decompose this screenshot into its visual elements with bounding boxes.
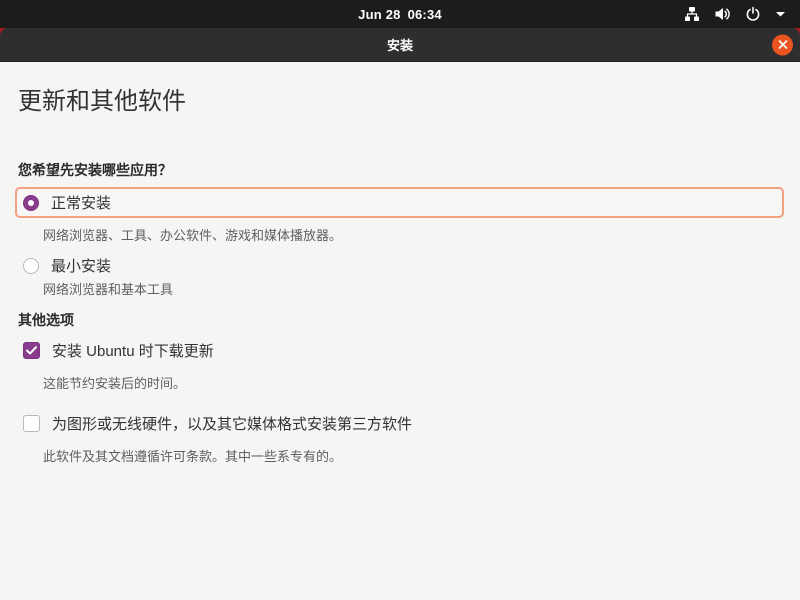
page-title: 更新和其他软件 — [18, 88, 186, 115]
checkbox-checked-icon[interactable] — [23, 342, 40, 359]
close-button[interactable] — [772, 34, 793, 55]
checkbox-label-download-updates: 安装 Ubuntu 时下载更新 — [52, 343, 214, 360]
system-tray[interactable] — [676, 0, 794, 28]
window-titlebar: 安装 — [0, 28, 800, 62]
radio-checked-icon[interactable] — [23, 194, 39, 211]
radio-desc-normal-install: 网络浏览器、工具、办公软件、游戏和媒体播放器。 — [43, 228, 343, 243]
primary-question-label: 您希望先安装哪些应用？ — [18, 162, 172, 178]
radio-row-normal-install[interactable]: 正常安装 — [15, 187, 784, 218]
checkbox-desc-download-updates: 这能节约安装后的时间。 — [43, 376, 187, 391]
window-title: 安装 — [386, 38, 413, 53]
chevron-down-icon[interactable] — [775, 10, 786, 18]
checkbox-label-third-party: 为图形或无线硬件，以及其它媒体格式安装第三方软件 — [52, 416, 413, 433]
radio-row-minimal-install[interactable]: 最小安装 — [15, 250, 784, 281]
checkbox-unchecked-icon[interactable] — [23, 415, 40, 432]
radio-unchecked-icon[interactable] — [23, 257, 39, 274]
checkbox-row-download-updates[interactable]: 安装 Ubuntu 时下载更新 — [15, 335, 784, 366]
radio-label-minimal-install: 最小安装 — [51, 258, 112, 275]
volume-icon[interactable] — [714, 6, 731, 22]
power-icon[interactable] — [745, 6, 761, 22]
clock[interactable]: Jun 28 06:34 — [358, 7, 442, 22]
installer-content: 更新和其他软件 您希望先安装哪些应用？ 正常安装 网络浏览器、工具、办公软件、游… — [0, 62, 800, 466]
radio-label-normal-install: 正常安装 — [51, 195, 112, 212]
window-header-row: 安装 — [0, 28, 800, 62]
check-icon — [26, 346, 37, 355]
checkbox-desc-third-party: 此软件及其文档遵循许可条款。其中一些系专有的。 — [43, 449, 343, 464]
system-top-bar: Jun 28 06:34 — [0, 0, 800, 28]
clock-date: Jun 28 — [358, 6, 401, 22]
network-icon[interactable] — [684, 6, 700, 22]
close-icon — [778, 40, 787, 49]
other-options-heading: 其他选项 — [18, 312, 74, 328]
checkbox-row-third-party[interactable]: 为图形或无线硬件，以及其它媒体格式安装第三方软件 — [15, 408, 784, 439]
clock-time: 06:34 — [407, 6, 442, 22]
radio-desc-minimal-install: 网络浏览器和基本工具 — [43, 282, 174, 297]
